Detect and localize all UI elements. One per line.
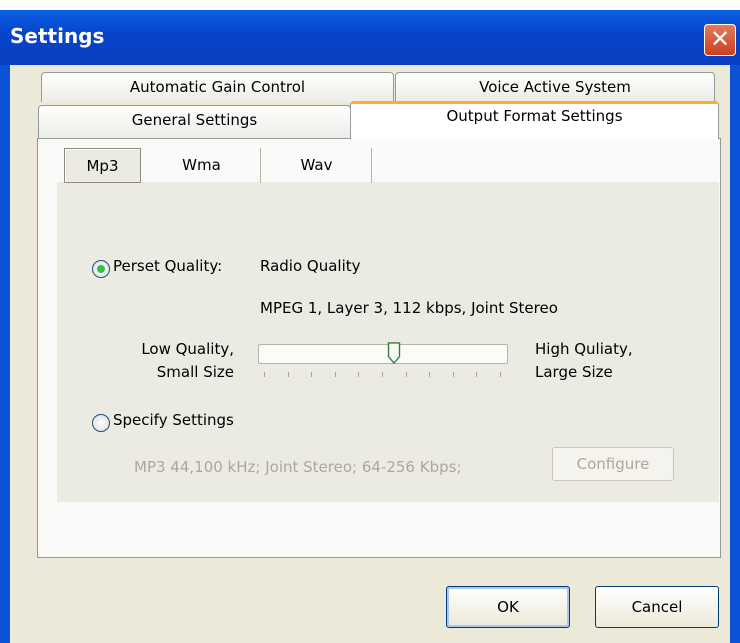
tab-label: Mp3 [86,157,119,175]
ok-button[interactable]: OK [446,586,570,628]
dialog-client-area: Automatic Gain Control Voice Active Syst… [10,65,730,643]
tab-label: Voice Active System [479,78,631,96]
slider-tick [500,372,501,377]
quality-detail: MPEG 1, Layer 3, 112 kbps, Joint Stereo [260,299,558,317]
slider-tick [382,372,383,377]
output-format-panel: Mp3 Wma Wav Perset Quality: Radio Qualit… [37,138,721,558]
tab-label: Output Format Settings [446,107,623,125]
slider-low-label-2: Small Size [156,363,234,381]
top-strip [0,0,740,10]
configure-label: Configure [576,455,650,473]
quality-name: Radio Quality [260,257,361,275]
specify-settings-label[interactable]: Specify Settings [113,411,234,429]
slider-tick [476,372,478,377]
tab-wav[interactable]: Wav [262,148,372,183]
window-title: Settings [10,24,105,48]
specify-settings-radio[interactable] [92,414,110,432]
close-icon[interactable]: ✕ [704,24,736,56]
slider-tick [264,372,265,377]
configure-button[interactable]: Configure [552,447,674,481]
tab-label: Wav [300,156,333,174]
title-bar[interactable]: Settings ✕ [0,10,740,65]
ok-label: OK [497,598,519,616]
slider-tick [287,372,289,377]
preset-quality-label[interactable]: Perset Quality: [113,257,222,275]
quality-slider-thumb[interactable] [387,342,401,364]
preset-quality-radio[interactable] [92,260,110,278]
slider-tick [358,372,360,377]
cancel-button[interactable]: Cancel [595,586,719,628]
tab-output-format-settings[interactable]: Output Format Settings [350,101,719,139]
slider-high-label-1: High Quliaty, [535,340,633,358]
slider-low-label-1: Low Quality, [141,340,234,358]
tab-voice-active-system[interactable]: Voice Active System [395,72,715,102]
slider-tick [405,372,407,377]
cancel-label: Cancel [631,598,683,616]
radio-selected-dot [97,265,105,273]
slider-tick [311,372,313,377]
slider-tick [429,372,431,377]
tab-label: General Settings [131,111,258,129]
slider-tick [452,372,454,377]
settings-summary: MP3 44,100 kHz; Joint Stereo; 64-256 Kbp… [134,458,462,476]
tab-automatic-gain-control[interactable]: Automatic Gain Control [41,72,394,102]
tab-general-settings[interactable]: General Settings [38,105,351,139]
tab-mp3[interactable]: Mp3 [64,148,141,183]
slider-high-label-2: Large Size [535,363,613,381]
slider-tick [334,372,336,377]
tab-label: Automatic Gain Control [129,78,306,96]
quality-slider-track[interactable] [258,344,508,364]
tab-label: Wma [182,156,221,174]
format-settings-area: Mp3 Wma Wav Perset Quality: Radio Qualit… [57,148,719,502]
tab-wma[interactable]: Wma [143,148,261,183]
